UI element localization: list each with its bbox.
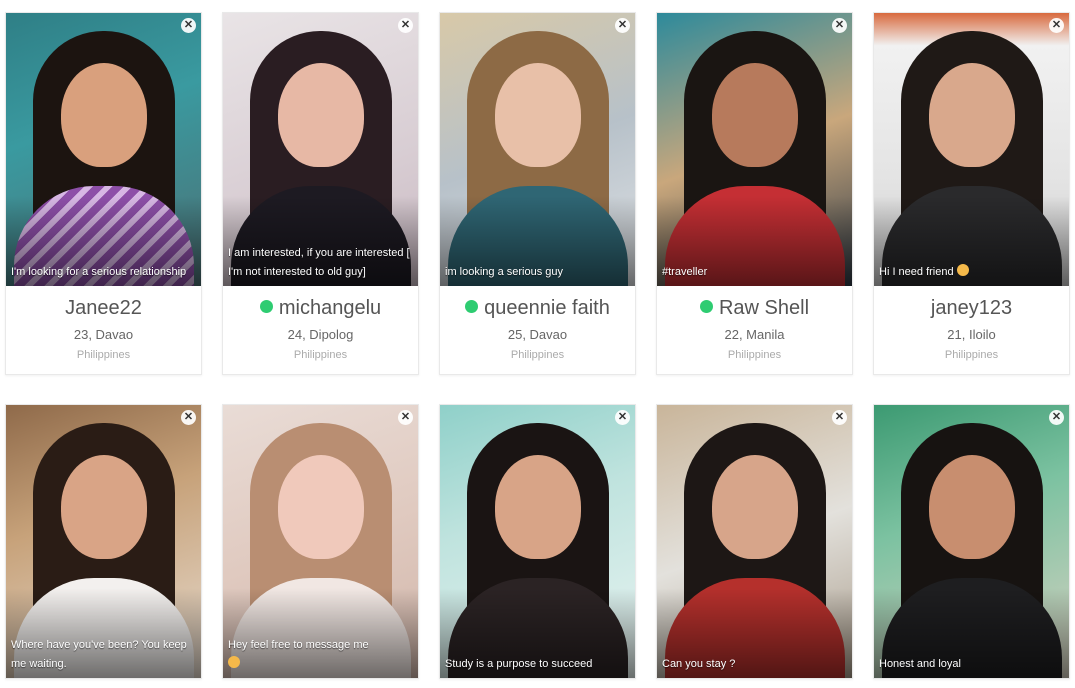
profile-caption: Hi I need friend [879,263,1061,282]
smile-emoji-icon [956,264,969,276]
profile-card[interactable]: ✕ Where have you've been? You keep me wa… [5,404,202,679]
profile-age-city: 24, Dipolog [287,327,354,342]
close-icon[interactable]: ✕ [832,18,847,33]
online-status-icon [259,300,273,313]
profile-caption: I'm looking for a serious relationship [11,266,187,278]
profile-card[interactable]: ✕ Hi I need friend janey123 21, Iloilo P… [873,12,1070,375]
close-icon[interactable]: ✕ [615,18,630,33]
profile-country: Philippines [76,349,131,361]
profile-card[interactable]: ✕ Study is a purpose to succeed [439,404,636,679]
profile-info: janey123 21, Iloilo Philippines [874,286,1069,374]
profile-country: Philippines [727,349,782,361]
profile-caption: Honest and loyal [879,658,961,670]
profile-photo[interactable]: ✕ Where have you've been? You keep me wa… [6,405,201,678]
profile-grid: ✕ I'm looking for a serious relationship… [0,0,1075,688]
close-icon[interactable]: ✕ [181,18,196,33]
profile-card[interactable]: ✕ I am interested, if you are interested… [222,12,419,375]
profile-info: michangelu 24, Dipolog Philippines [223,286,418,374]
profile-card[interactable]: ✕ #traveller Raw Shell 22, Manila Philip… [656,12,853,375]
smile-emoji-icon [228,656,240,668]
profile-photo[interactable]: ✕ I am interested, if you are interested… [223,13,418,286]
profile-age-city: 22, Manila [724,327,785,342]
profile-card[interactable]: ✕ Can you stay ? [656,404,853,679]
profile-name[interactable]: Raw Shell [657,286,852,322]
profile-photo[interactable]: ✕ Hey feel free to message me [223,405,418,678]
profile-caption: I am interested, if you are interested [… [228,247,410,278]
profile-caption: Where have you've been? You keep me wait… [11,639,187,670]
profile-photo[interactable]: ✕ Study is a purpose to succeed [440,405,635,678]
profile-country: Philippines [944,349,999,361]
profile-caption: Study is a purpose to succeed [445,658,593,670]
close-icon[interactable]: ✕ [398,18,413,33]
profile-info: queennie faith 25, Davao Philippines [440,286,635,374]
profile-photo[interactable]: ✕ Honest and loyal [874,405,1069,678]
profile-card[interactable]: ✕ Honest and loyal [873,404,1070,679]
profile-country: Philippines [293,349,348,361]
close-icon[interactable]: ✕ [832,410,847,425]
close-icon[interactable]: ✕ [615,410,630,425]
profile-photo[interactable]: ✕ I'm looking for a serious relationship [6,13,201,286]
close-icon[interactable]: ✕ [398,410,413,425]
online-status-icon [465,300,479,313]
profile-name[interactable]: janey123 [874,286,1069,322]
profile-age-city: 23, Davao [73,327,134,342]
online-status-icon [699,300,713,313]
profile-caption: im looking a serious guy [445,266,564,278]
profile-info: Janee22 23, Davao Philippines [6,286,201,374]
profile-photo[interactable]: ✕ im looking a serious guy [440,13,635,286]
profile-photo[interactable]: ✕ Hi I need friend [874,13,1069,286]
close-icon[interactable]: ✕ [1049,410,1064,425]
profile-card[interactable]: ✕ I'm looking for a serious relationship… [5,12,202,375]
close-icon[interactable]: ✕ [1049,18,1064,33]
profile-caption: Hey feel free to message me [228,636,410,674]
profile-caption: #traveller [662,266,708,278]
profile-country: Philippines [510,349,565,361]
profile-card[interactable]: ✕ im looking a serious guy queennie fait… [439,12,636,375]
profile-caption: Can you stay ? [662,658,736,670]
profile-name[interactable]: queennie faith [440,286,635,322]
profile-photo[interactable]: ✕ #traveller [657,13,852,286]
profile-name[interactable]: michangelu [223,286,418,322]
profile-info: Raw Shell 22, Manila Philippines [657,286,852,374]
close-icon[interactable]: ✕ [181,410,196,425]
profile-age-city: 25, Davao [507,327,568,342]
profile-age-city: 21, Iloilo [947,327,996,342]
profile-card[interactable]: ✕ Hey feel free to message me [222,404,419,679]
profile-photo[interactable]: ✕ Can you stay ? [657,405,852,678]
profile-name[interactable]: Janee22 [6,286,201,322]
